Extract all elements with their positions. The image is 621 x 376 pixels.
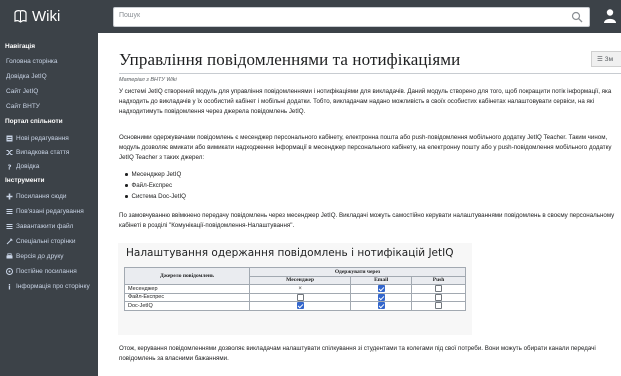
table-row: Doc-JetIQ bbox=[124, 301, 466, 311]
user-icon[interactable] bbox=[603, 8, 617, 23]
email-checkbox[interactable] bbox=[377, 293, 385, 301]
defaults-paragraph: По замовчуванню ввімкнено передачу повід… bbox=[119, 212, 615, 229]
table-header-row: Джерело повідомлень Одержувати через bbox=[124, 267, 466, 285]
wiki-logo-text: Wiki bbox=[32, 8, 61, 25]
sidebar-heading-tools: Інструменти bbox=[5, 177, 45, 184]
sidebar-item-special-pages[interactable]: Спеціальні сторінки bbox=[6, 237, 94, 246]
email-cell bbox=[350, 292, 413, 302]
bullet-icon bbox=[125, 173, 128, 176]
page-title: Управління повідомленнями та нотифікація… bbox=[119, 50, 461, 69]
print-icon bbox=[6, 253, 13, 259]
bullet-icon bbox=[125, 195, 128, 198]
sidebar-item-what-links-here[interactable]: Посилання сюди bbox=[6, 192, 94, 201]
push-checkbox[interactable] bbox=[435, 285, 443, 293]
sidebar-item-help[interactable]: ? Довідка bbox=[6, 162, 94, 171]
search-input[interactable]: Пошук bbox=[119, 12, 140, 19]
list-item: Система Doc-JetIQ bbox=[125, 191, 186, 202]
recipients-paragraph: Основними одержувачами повідомлень є мес… bbox=[119, 134, 612, 161]
messenger-cell: × bbox=[248, 284, 352, 294]
sources-list: Месенджер JetIQ Файл-Експрес Система Doc… bbox=[125, 169, 186, 202]
column-header-messenger: Месенджер bbox=[248, 275, 352, 285]
bullet-icon bbox=[125, 184, 128, 187]
sidebar-item-printable-version[interactable]: Версія до друку bbox=[6, 252, 94, 261]
column-header-group: Одержувати через bbox=[249, 267, 466, 277]
sidebar-item-random-article[interactable]: Випадкова стаття bbox=[6, 148, 94, 157]
sidebar-heading-navigation: Навігація bbox=[5, 43, 36, 50]
svg-text:?: ? bbox=[8, 163, 12, 170]
column-header-email: Email bbox=[350, 275, 413, 285]
notification-settings-table: Джерело повідомлень Одержувати через Мес… bbox=[124, 267, 466, 311]
top-bar: Wiki Пошук bbox=[0, 0, 621, 33]
push-checkbox[interactable] bbox=[435, 302, 443, 310]
push-cell bbox=[411, 284, 466, 294]
sidebar-heading-community: Портал спільноти bbox=[5, 118, 63, 125]
permalink-icon bbox=[6, 268, 13, 275]
article-content: Управління повідомленнями та нотифікація… bbox=[98, 33, 621, 376]
sidebar-item-jetiq-site[interactable]: Сайт JetIQ bbox=[6, 87, 94, 96]
email-checkbox[interactable] bbox=[377, 302, 385, 310]
intro-paragraph: У системі JetIQ створений модуль для упр… bbox=[119, 88, 612, 115]
page-subtitle: Матеріал з ВНТУ Wiki bbox=[119, 77, 177, 83]
sidebar-item-jetiq-help[interactable]: Довідка JetIQ bbox=[6, 72, 94, 81]
messenger-cell bbox=[248, 292, 352, 302]
svg-text:i: i bbox=[8, 284, 10, 291]
messenger-cell bbox=[248, 301, 352, 311]
table-row: Файл-Експрес bbox=[124, 292, 466, 302]
sidebar-item-main-page[interactable]: Головна сторінка bbox=[6, 57, 94, 66]
push-cell bbox=[411, 292, 466, 302]
list-item: Файл-Експрес bbox=[125, 180, 186, 191]
sidebar-item-upload-file[interactable]: Завантажити файл bbox=[6, 222, 94, 231]
sidebar-item-related-changes[interactable]: Пов'язані редагування bbox=[6, 207, 94, 216]
related-changes-icon bbox=[6, 209, 13, 214]
conclusion-paragraph: Отож, керування повідомленнями дозволяє … bbox=[119, 345, 596, 362]
toc-toggle-button[interactable]: ☰ Зм bbox=[591, 51, 621, 67]
sidebar-item-permanent-link[interactable]: Постійне посилання bbox=[6, 267, 94, 276]
search-icon[interactable] bbox=[571, 11, 583, 23]
wiki-page: Wiki Пошук Навігація Головна сторінка До… bbox=[0, 0, 621, 376]
push-cell bbox=[411, 301, 466, 311]
recent-changes-icon bbox=[6, 135, 13, 142]
sidebar-item-vntu-site[interactable]: Сайт ВНТУ bbox=[6, 102, 94, 111]
column-header-push: Push bbox=[411, 275, 466, 285]
sidebar: Навігація Головна сторінка Довідка JetIQ… bbox=[0, 33, 98, 376]
help-icon: ? bbox=[8, 163, 12, 170]
disabled-mark: × bbox=[298, 285, 302, 292]
column-header-source: Джерело повідомлень bbox=[124, 267, 250, 285]
email-checkbox[interactable] bbox=[377, 285, 385, 293]
shuffle-icon bbox=[6, 150, 13, 155]
list-icon: ☰ bbox=[597, 56, 603, 63]
email-cell bbox=[350, 284, 413, 294]
info-icon: i bbox=[8, 284, 10, 291]
search-box[interactable]: Пошук bbox=[113, 7, 590, 27]
link-icon bbox=[6, 193, 13, 200]
toc-label: Зм bbox=[604, 56, 614, 63]
email-cell bbox=[350, 301, 413, 311]
row-label: Файл-Експрес bbox=[124, 292, 250, 302]
table-row: Месенджер × bbox=[124, 284, 466, 294]
push-checkbox[interactable] bbox=[435, 293, 443, 301]
upload-icon bbox=[6, 224, 13, 229]
title-divider bbox=[119, 73, 621, 74]
messenger-checkbox[interactable] bbox=[296, 302, 304, 310]
wiki-logo[interactable]: Wiki bbox=[12, 8, 60, 25]
sidebar-item-page-information[interactable]: i Інформація про сторінку bbox=[6, 282, 94, 291]
wiki-logo-icon bbox=[14, 10, 27, 23]
panel-title: Налаштування одержання повідомлень і нот… bbox=[126, 247, 454, 259]
messenger-checkbox[interactable] bbox=[296, 293, 304, 301]
sidebar-item-recent-changes[interactable]: Нові редагування bbox=[6, 134, 94, 143]
settings-panel: Налаштування одержання повідомлень і нот… bbox=[118, 243, 472, 335]
special-pages-icon bbox=[6, 238, 13, 245]
row-label: Doc-JetIQ bbox=[124, 301, 250, 311]
list-item: Месенджер JetIQ bbox=[125, 169, 186, 180]
row-label: Месенджер bbox=[124, 284, 250, 294]
